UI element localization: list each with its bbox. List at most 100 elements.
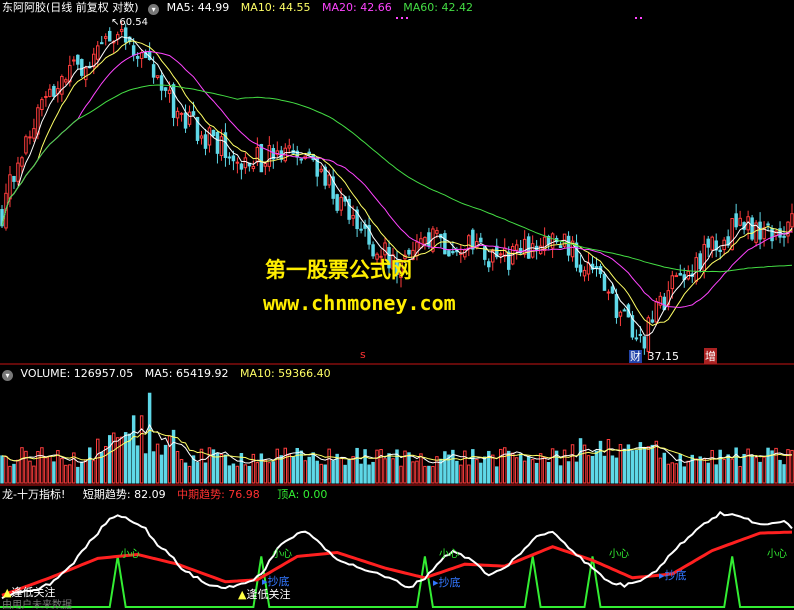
volume-bar [24, 450, 28, 484]
top-marker-dot [640, 17, 642, 19]
volume-bar [518, 453, 523, 484]
top-marker-dot [401, 17, 403, 19]
volume-bar [219, 453, 224, 484]
top-marker-dot [635, 17, 637, 19]
candle-body [718, 249, 722, 253]
chevron-down-icon[interactable]: ▾ [148, 4, 160, 15]
volume-bar [554, 450, 559, 484]
volume-bar [247, 465, 252, 484]
candle-body [758, 221, 762, 240]
candle-body [614, 294, 619, 318]
candle-body [467, 235, 471, 250]
volume-bar [111, 432, 116, 484]
volume-bar [207, 447, 212, 484]
candle-body [770, 227, 774, 242]
volume-bar [758, 461, 762, 484]
candle-body [678, 273, 683, 276]
volume-bar [183, 462, 188, 484]
volume-bar [315, 460, 319, 484]
volume-bar [730, 458, 734, 484]
candle-body [578, 264, 583, 273]
volume-bar [495, 466, 499, 484]
volume-bar [463, 450, 467, 484]
candle-body [159, 75, 164, 91]
volume-bar [187, 465, 192, 484]
volume-bar [399, 465, 403, 484]
volume-bar [483, 456, 487, 484]
volume-bar [778, 459, 782, 484]
volume-bar [574, 461, 579, 484]
volume-bar [690, 454, 694, 484]
volume-bar [411, 461, 415, 484]
volume-bar [634, 449, 639, 484]
volume-bar [642, 447, 647, 484]
volume-bar [706, 462, 710, 484]
candle-body [155, 75, 160, 78]
volume-bar [319, 463, 323, 484]
volume-bar [455, 460, 459, 484]
volume-bar [566, 461, 571, 484]
volume-bar [44, 457, 48, 484]
volume-bar [443, 451, 447, 484]
candle-body [427, 232, 431, 247]
candle-body [107, 30, 112, 42]
candle-body [219, 136, 224, 157]
candle-body [734, 213, 738, 228]
volume-bar [363, 449, 367, 484]
volume-bar [646, 446, 651, 484]
event-s-badge[interactable]: s [360, 348, 366, 361]
candle-body [574, 242, 579, 268]
volume-bar [479, 462, 483, 484]
volume-bar [303, 460, 307, 484]
candle-body [766, 223, 770, 226]
volume-bar [471, 449, 475, 484]
volume-bar [307, 456, 311, 484]
candle-body [351, 215, 355, 219]
volume-bar [630, 450, 635, 484]
volume-bar [590, 455, 595, 484]
candle-body [131, 45, 136, 56]
volume-bar [255, 462, 260, 484]
volume-bar [734, 447, 738, 484]
volume-bar [586, 455, 591, 484]
volume-panel-header: ▾ VOLUME: 126957.05 MA5: 65419.92 MA10: … [2, 367, 331, 381]
candle-body [183, 112, 188, 129]
volume-bar [359, 463, 363, 484]
volume-bar [311, 452, 315, 484]
chevron-down-icon[interactable]: ▾ [2, 370, 13, 381]
candle-body [28, 136, 32, 139]
candle-body [255, 147, 260, 163]
candle-body [263, 163, 268, 167]
top-a-label: 顶A: 0.00 [277, 488, 328, 501]
candle-body [72, 59, 76, 62]
candle-body [558, 245, 563, 249]
volume-bar [594, 450, 599, 484]
candle-body [175, 110, 180, 119]
candle-body [235, 161, 240, 164]
event-cai-badge[interactable]: 财 [629, 350, 642, 363]
volume-label: VOLUME: 126957.05 [20, 367, 134, 380]
candle-body [171, 84, 176, 118]
volume-bar [726, 454, 730, 484]
candle-body [207, 127, 212, 146]
event-zeng-badge[interactable]: 增 [704, 348, 717, 364]
volume-bar [602, 455, 607, 484]
candle-body [750, 217, 754, 240]
volume-bar [562, 449, 567, 484]
volume-bar [275, 448, 280, 484]
candle-body [522, 238, 527, 255]
volume-bar [167, 435, 172, 484]
candle-body [479, 237, 483, 243]
volume-bar [742, 453, 746, 484]
candle-body [267, 145, 272, 167]
volume-bar [538, 453, 543, 484]
volume-bar [475, 459, 479, 484]
volume-bar [499, 448, 503, 484]
chaodi-label: ▸抄底 [262, 575, 290, 588]
volume-bar [323, 464, 327, 484]
volume-bar [283, 447, 288, 484]
volume-bar [650, 444, 655, 484]
volume-bar [16, 459, 20, 484]
volume-bar [267, 462, 272, 484]
volume-bar [702, 458, 706, 484]
